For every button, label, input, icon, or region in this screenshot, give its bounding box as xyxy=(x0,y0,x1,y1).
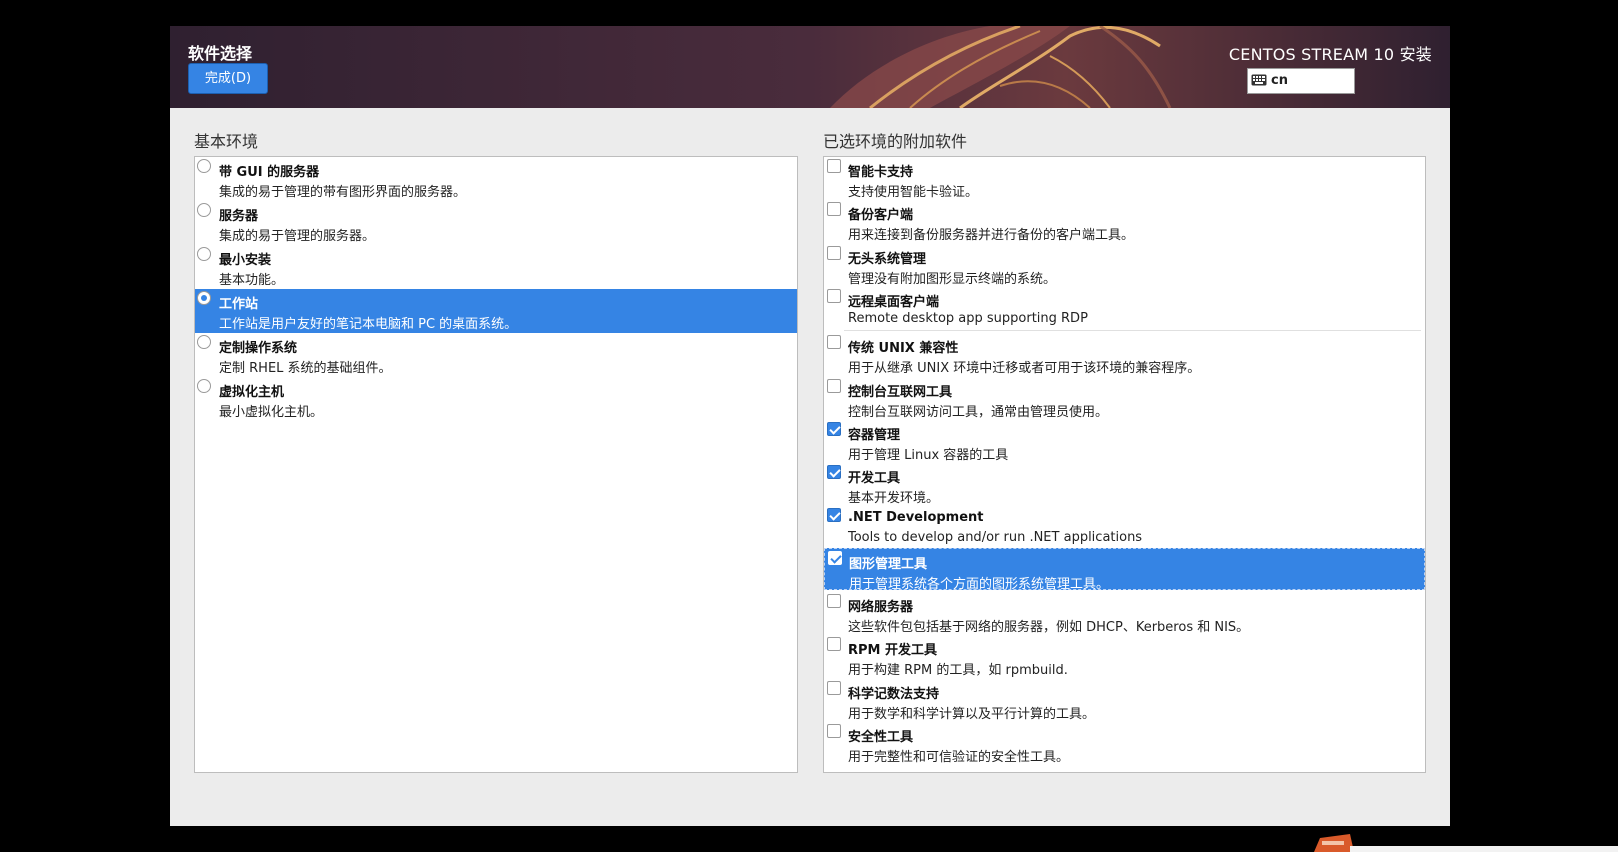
addon-title: 远程桌面客户端 xyxy=(848,295,940,310)
addon-row[interactable]: .NET Development Tools to develop and/or… xyxy=(824,506,1425,548)
addon-desc: 基本开发环境。 xyxy=(848,491,940,506)
radio-button[interactable] xyxy=(197,379,211,393)
checkbox[interactable] xyxy=(827,202,841,216)
addon-row[interactable]: RPM 开发工具 用于构建 RPM 的工具，如 rpmbuild. xyxy=(824,635,1425,679)
addon-desc: 用于完整性和可信验证的安全性工具。 xyxy=(848,750,1070,765)
env-desc: 定制 RHEL 系统的基础组件。 xyxy=(219,361,392,376)
installer-window: 软件选择 完成(D) CENTOS STREAM 10 安装 cn 基本环境 带… xyxy=(170,26,1450,826)
addon-row[interactable]: 传统 UNIX 兼容性 用于从继承 UNIX 环境中迁移或者可用于该环境的兼容程… xyxy=(824,333,1425,377)
addon-row[interactable]: 容器管理 用于管理 Linux 容器的工具 xyxy=(824,420,1425,463)
addon-row[interactable]: 安全性工具 用于完整性和可信验证的安全性工具。 xyxy=(824,722,1425,765)
env-desc: 集成的易于管理的服务器。 xyxy=(219,229,376,244)
env-title: 带 GUI 的服务器 xyxy=(219,165,320,180)
base-environment-list: 带 GUI 的服务器 集成的易于管理的带有图形界面的服务器。 服务器 集成的易于… xyxy=(194,156,798,773)
checkbox[interactable] xyxy=(827,637,841,651)
addon-title: 备份客户端 xyxy=(848,208,914,223)
checkbox[interactable] xyxy=(827,594,841,608)
addon-desc: 用于从继承 UNIX 环境中迁移或者可用于该环境的兼容程序。 xyxy=(848,361,1201,376)
checkbox[interactable] xyxy=(827,379,841,393)
addon-row[interactable]: 科学记数法支持 用于数学和科学计算以及平行计算的工具。 xyxy=(824,679,1425,722)
addon-title: .NET Development xyxy=(848,510,984,525)
addon-title: 容器管理 xyxy=(848,428,901,443)
addon-row-selected[interactable]: 图形管理工具 用于管理系统各个方面的图形系统管理工具。 xyxy=(824,548,1425,592)
keyboard-layout-indicator[interactable]: cn xyxy=(1247,68,1355,94)
product-title: CENTOS STREAM 10 安装 xyxy=(1228,45,1432,64)
env-desc: 工作站是用户友好的笔记本电脑和 PC 的桌面系统。 xyxy=(219,317,518,332)
checkbox[interactable] xyxy=(827,681,841,695)
addon-row[interactable]: 无头系统管理 管理没有附加图形显示终端的系统。 xyxy=(824,244,1425,287)
env-row[interactable]: 定制操作系统 定制 RHEL 系统的基础组件。 xyxy=(195,333,797,377)
addon-title: 开发工具 xyxy=(848,471,901,486)
addon-desc: 用来连接到备份服务器并进行备份的客户端工具。 xyxy=(848,228,1135,243)
done-button[interactable]: 完成(D) xyxy=(188,63,268,94)
addons-list: 智能卡支持 支持使用智能卡验证。 备份客户端 用来连接到备份服务器并进行备份的客… xyxy=(823,156,1426,773)
addon-desc: 控制台互联网访问工具，通常由管理员使用。 xyxy=(848,405,1109,420)
env-desc: 基本功能。 xyxy=(219,273,285,288)
group-separator xyxy=(844,330,1421,331)
addon-row[interactable]: 控制台互联网工具 控制台互联网访问工具，通常由管理员使用。 xyxy=(824,377,1425,420)
env-title: 服务器 xyxy=(219,209,259,224)
taskbar-app-icon xyxy=(1314,834,1618,852)
addon-desc: 管理没有附加图形显示终端的系统。 xyxy=(848,272,1057,287)
addon-title: 安全性工具 xyxy=(848,730,914,745)
addon-title: 无头系统管理 xyxy=(848,252,927,267)
addon-desc: 用于管理系统各个方面的图形系统管理工具。 xyxy=(849,577,1110,592)
addon-desc: 用于构建 RPM 的工具，如 rpmbuild. xyxy=(848,663,1068,678)
env-row-selected[interactable]: 工作站 工作站是用户友好的笔记本电脑和 PC 的桌面系统。 xyxy=(195,289,797,333)
addon-title: 智能卡支持 xyxy=(848,165,914,180)
checkbox[interactable] xyxy=(827,159,841,173)
spoke-header: 软件选择 完成(D) CENTOS STREAM 10 安装 cn xyxy=(170,26,1450,108)
addon-row[interactable]: 备份客户端 用来连接到备份服务器并进行备份的客户端工具。 xyxy=(824,200,1425,244)
checkbox-checked[interactable] xyxy=(827,465,841,479)
addons-label: 已选环境的附加软件 xyxy=(823,132,968,151)
spoke-title: 软件选择 xyxy=(188,44,253,63)
radio-button[interactable] xyxy=(197,159,211,173)
addon-desc: 这些软件包包括基于网络的服务器，例如 DHCP、Kerberos 和 NIS。 xyxy=(848,620,1250,635)
env-row[interactable]: 服务器 集成的易于管理的服务器。 xyxy=(195,201,797,245)
addon-row[interactable]: 智能卡支持 支持使用智能卡验证。 xyxy=(824,157,1425,200)
checkbox-checked[interactable] xyxy=(827,508,841,522)
addon-desc: Tools to develop and/or run .NET applica… xyxy=(848,530,1143,545)
addon-desc: 支持使用智能卡验证。 xyxy=(848,185,979,200)
checkbox-checked[interactable] xyxy=(827,422,841,436)
addon-row[interactable]: 开发工具 基本开发环境。 xyxy=(824,463,1425,506)
addon-desc: Remote desktop app supporting RDP xyxy=(848,311,1088,326)
addon-desc: 用于数学和科学计算以及平行计算的工具。 xyxy=(848,707,1096,722)
env-row[interactable]: 虚拟化主机 最小虚拟化主机。 xyxy=(195,377,797,421)
env-row[interactable]: 带 GUI 的服务器 集成的易于管理的带有图形界面的服务器。 xyxy=(195,157,797,201)
env-title: 定制操作系统 xyxy=(219,341,298,356)
addon-title: 传统 UNIX 兼容性 xyxy=(848,341,959,356)
checkbox[interactable] xyxy=(827,246,841,260)
checkbox[interactable] xyxy=(827,289,841,303)
radio-button[interactable] xyxy=(197,335,211,349)
addon-title: 网络服务器 xyxy=(848,600,914,615)
header-artwork xyxy=(170,26,1450,108)
addon-title: 图形管理工具 xyxy=(849,557,928,572)
base-environment-label: 基本环境 xyxy=(194,132,259,151)
checkbox[interactable] xyxy=(827,724,841,738)
env-title: 最小安装 xyxy=(219,253,272,268)
addon-row[interactable]: 网络服务器 这些软件包包括基于网络的服务器，例如 DHCP、Kerberos 和… xyxy=(824,592,1425,635)
radio-button[interactable] xyxy=(197,203,211,217)
env-row[interactable]: 最小安装 基本功能。 xyxy=(195,245,797,289)
addon-title: 科学记数法支持 xyxy=(848,687,940,702)
addon-desc: 用于管理 Linux 容器的工具 xyxy=(848,448,1009,463)
radio-button-selected[interactable] xyxy=(197,291,211,305)
keyboard-icon xyxy=(1251,74,1267,86)
addon-title: RPM 开发工具 xyxy=(848,643,938,658)
addon-title: 控制台互联网工具 xyxy=(848,385,953,400)
checkbox[interactable] xyxy=(827,335,841,349)
env-title: 工作站 xyxy=(219,297,259,312)
addon-row[interactable]: 远程桌面客户端 Remote desktop app supporting RD… xyxy=(824,287,1425,330)
env-title: 虚拟化主机 xyxy=(219,385,285,400)
env-desc: 最小虚拟化主机。 xyxy=(219,405,324,420)
checkbox-checked[interactable] xyxy=(828,551,842,565)
env-desc: 集成的易于管理的带有图形界面的服务器。 xyxy=(219,185,467,200)
keyboard-layout-label: cn xyxy=(1271,73,1288,88)
radio-button[interactable] xyxy=(197,247,211,261)
